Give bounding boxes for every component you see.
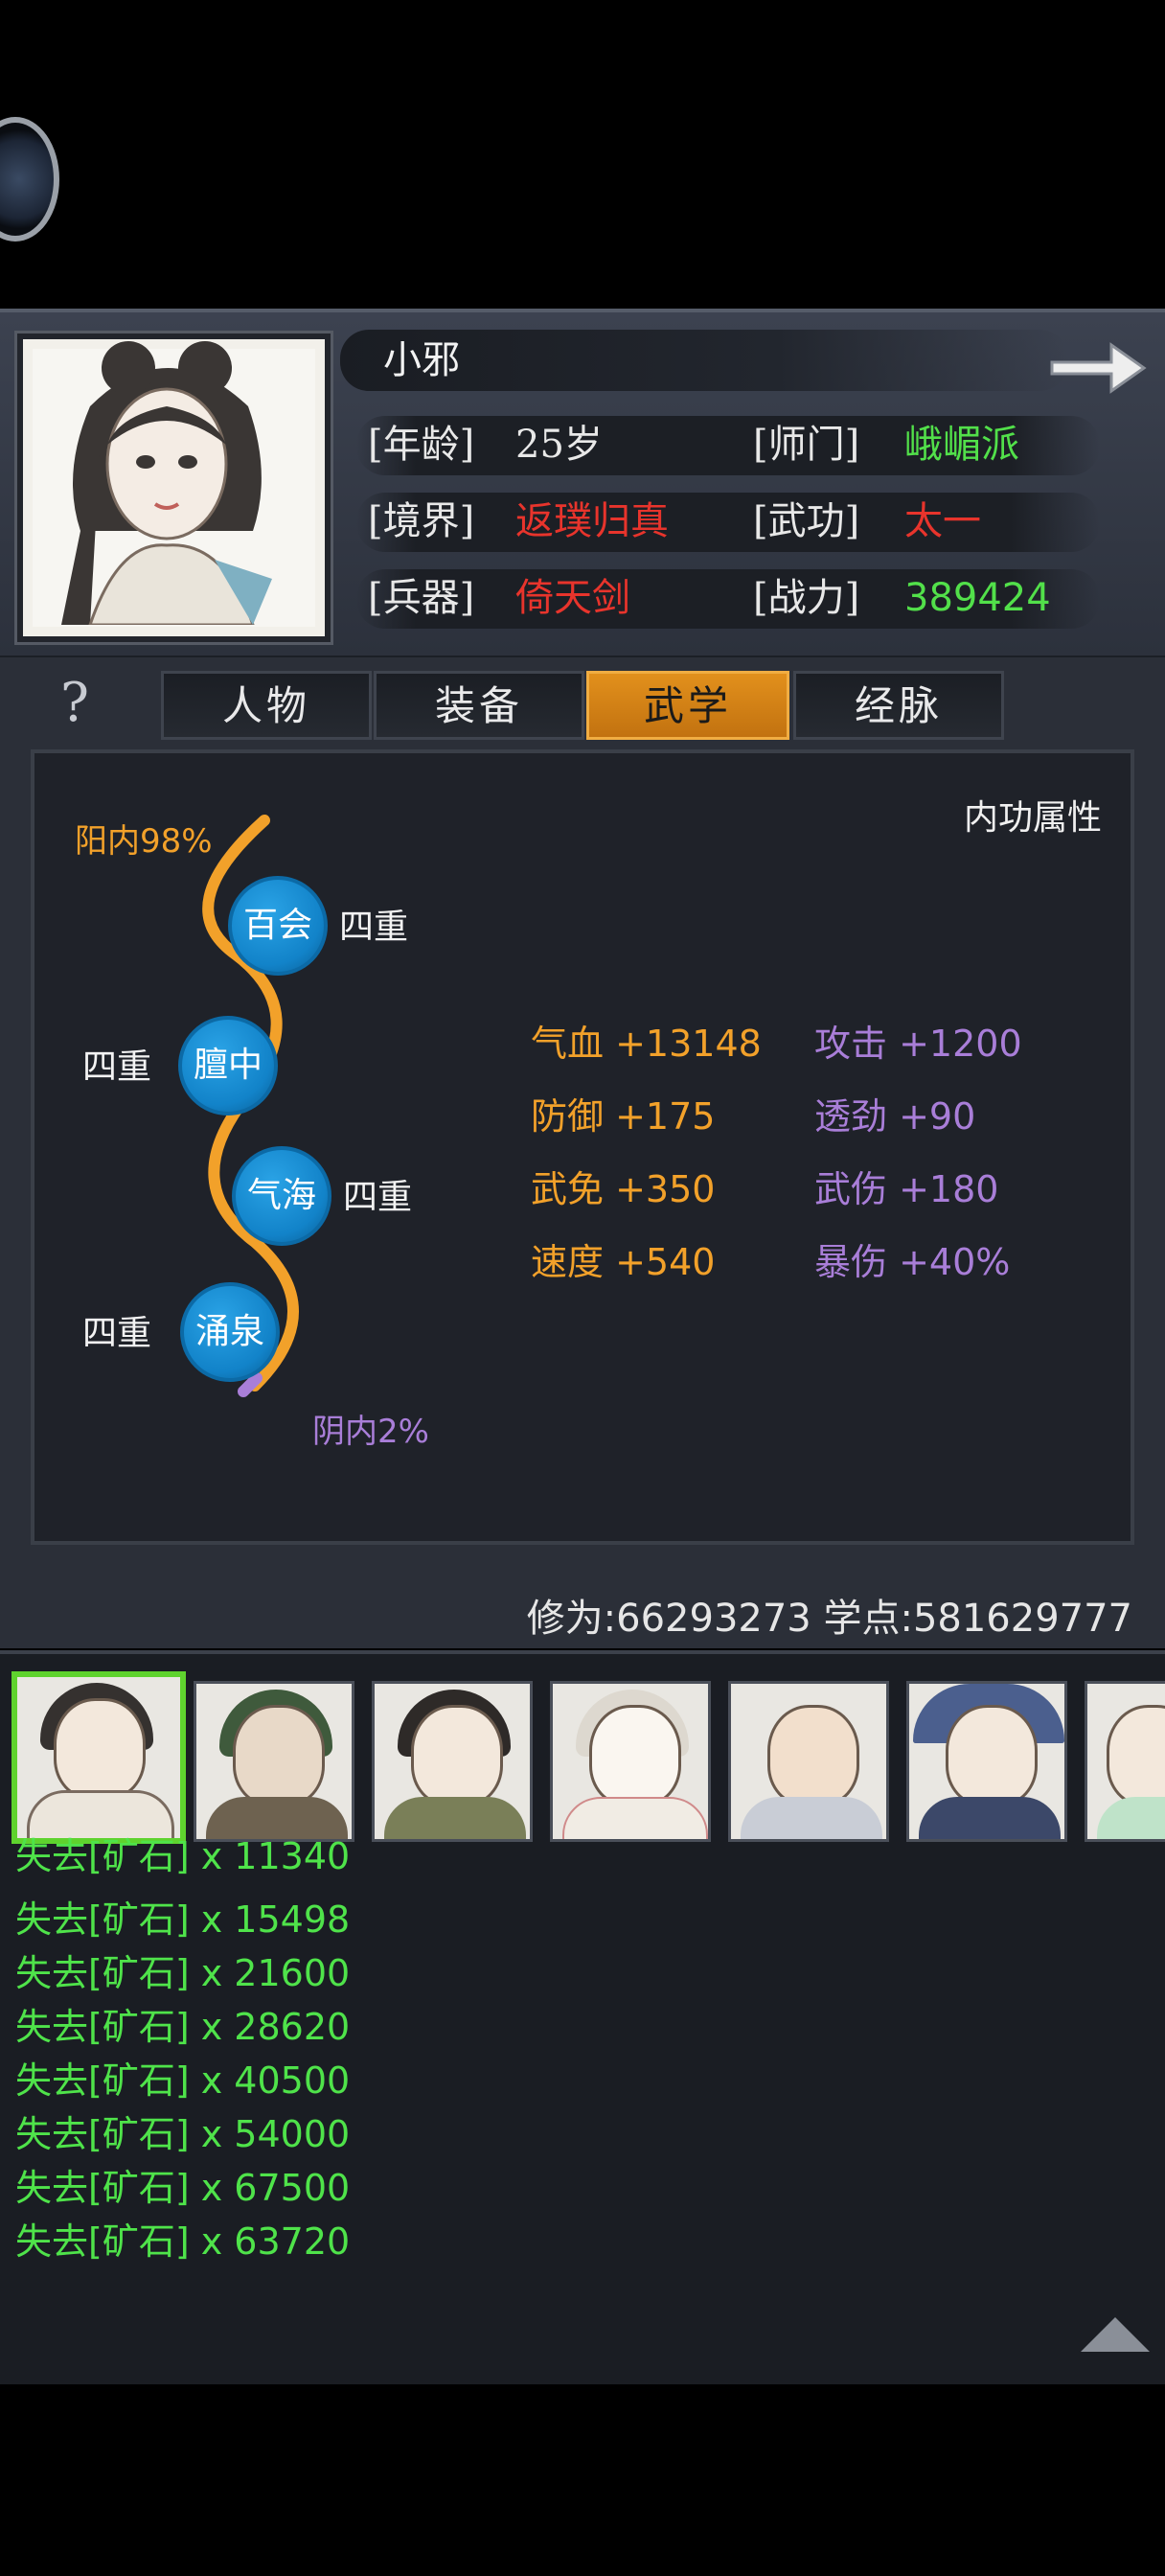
arrow-right-icon[interactable] (1044, 334, 1150, 401)
acupoint-yongquan[interactable]: 涌泉 (180, 1282, 280, 1382)
stat-martial-damage: 武伤 +180 (814, 1168, 999, 1210)
skill-value: 太一 (904, 499, 981, 543)
log-line: 失去[矿石] x 67500 (15, 2167, 351, 2209)
stat-speed: 速度 +540 (531, 1241, 716, 1283)
sect-label: [师门] (753, 423, 860, 467)
skill-label: [武功] (753, 499, 860, 543)
stat-martial-immunity: 武免 +350 (531, 1168, 716, 1210)
log-line: 失去[矿石] x 40500 (15, 2059, 351, 2102)
weapon-label: [兵器] (368, 576, 475, 620)
question-icon[interactable]: ? (44, 673, 105, 734)
back-button-icon[interactable] (0, 117, 59, 242)
cultivation-bar: 修为:66293273 学点:581629777 (0, 1568, 1165, 1648)
stat-penetration: 透劲 +90 (814, 1095, 976, 1138)
acupoint-baihui[interactable]: 百会 (228, 876, 328, 976)
acupoint-level: 四重 (82, 1314, 152, 1353)
character-roster (0, 1650, 1165, 1852)
acupoint-level: 四重 (339, 908, 409, 947)
weapon-value: 倚天剑 (515, 576, 630, 620)
realm-label: [境界] (368, 499, 475, 543)
log-line: 失去[矿石] x 11340 (15, 1835, 351, 1877)
tab-equipment[interactable]: 装备 (374, 671, 584, 740)
log-line: 失去[矿石] x 63720 (15, 2220, 351, 2263)
character-portrait (17, 334, 331, 642)
yin-percent-label: 阴内2% (312, 1413, 429, 1451)
acupoint-level: 四重 (343, 1178, 413, 1217)
power-label: [战力] (753, 576, 860, 620)
yang-percent-label: 阳内98% (75, 822, 213, 861)
roster-avatar-selected[interactable] (11, 1671, 186, 1844)
stat-crit-damage: 暴伤 +40% (814, 1241, 1011, 1283)
stat-hp: 气血 +13148 (531, 1023, 762, 1065)
realm-value: 返璞归真 (515, 499, 669, 543)
meridian-wave-line (202, 815, 299, 1397)
stat-attack: 攻击 +1200 (814, 1023, 1022, 1065)
sect-value: 峨嵋派 (904, 423, 1019, 467)
roster-avatar[interactable] (906, 1681, 1067, 1842)
tab-meridians[interactable]: 经脉 (793, 671, 1004, 740)
martial-arts-panel: 内功属性 阳内98% 阴内2% 百会 四重 膻中 四重 气海 四重 涌泉 四重 … (31, 749, 1134, 1545)
roster-avatar[interactable] (194, 1681, 354, 1842)
age-value: 25岁 (515, 423, 603, 467)
power-value: 389424 (904, 576, 1051, 620)
age-label: [年龄] (368, 423, 475, 467)
roster-avatar[interactable] (372, 1681, 533, 1842)
neigong-title: 内功属性 (963, 798, 1102, 838)
log-line: 失去[矿石] x 15498 (15, 1898, 351, 1941)
tabs-area: ? 人物 装备 武学 经脉 内功属性 阳内98% 阴内2% 百会 四重 膻中 四… (0, 657, 1165, 1616)
scroll-up-icon[interactable] (1081, 2317, 1150, 2352)
character-name: 小邪 (383, 338, 460, 382)
tab-martial-arts[interactable]: 武学 (586, 671, 789, 740)
log-line: 失去[矿石] x 28620 (15, 2006, 351, 2048)
log-line: 失去[矿石] x 21600 (15, 1952, 351, 1994)
roster-avatar[interactable] (550, 1681, 711, 1842)
message-log: 失去[矿石] x 11340 失去[矿石] x 15498 失去[矿石] x 2… (0, 1835, 1165, 2384)
roster-avatar[interactable] (728, 1681, 889, 1842)
stat-defense: 防御 +175 (531, 1095, 716, 1138)
character-header: 小邪 [年龄] 25岁 [师门] 峨嵋派 [境界] 返璞归真 [武功] 太一 [… (0, 309, 1165, 659)
log-line: 失去[矿石] x 54000 (15, 2113, 351, 2155)
cultivation-points: 修为:66293273 学点:581629777 (526, 1597, 1132, 1641)
roster-avatar[interactable] (1085, 1681, 1165, 1842)
tab-character[interactable]: 人物 (161, 671, 372, 740)
acupoint-danzhong[interactable]: 膻中 (178, 1016, 278, 1116)
acupoint-level: 四重 (82, 1047, 152, 1087)
acupoint-qihai[interactable]: 气海 (232, 1146, 331, 1246)
portrait-illustration (61, 341, 272, 625)
